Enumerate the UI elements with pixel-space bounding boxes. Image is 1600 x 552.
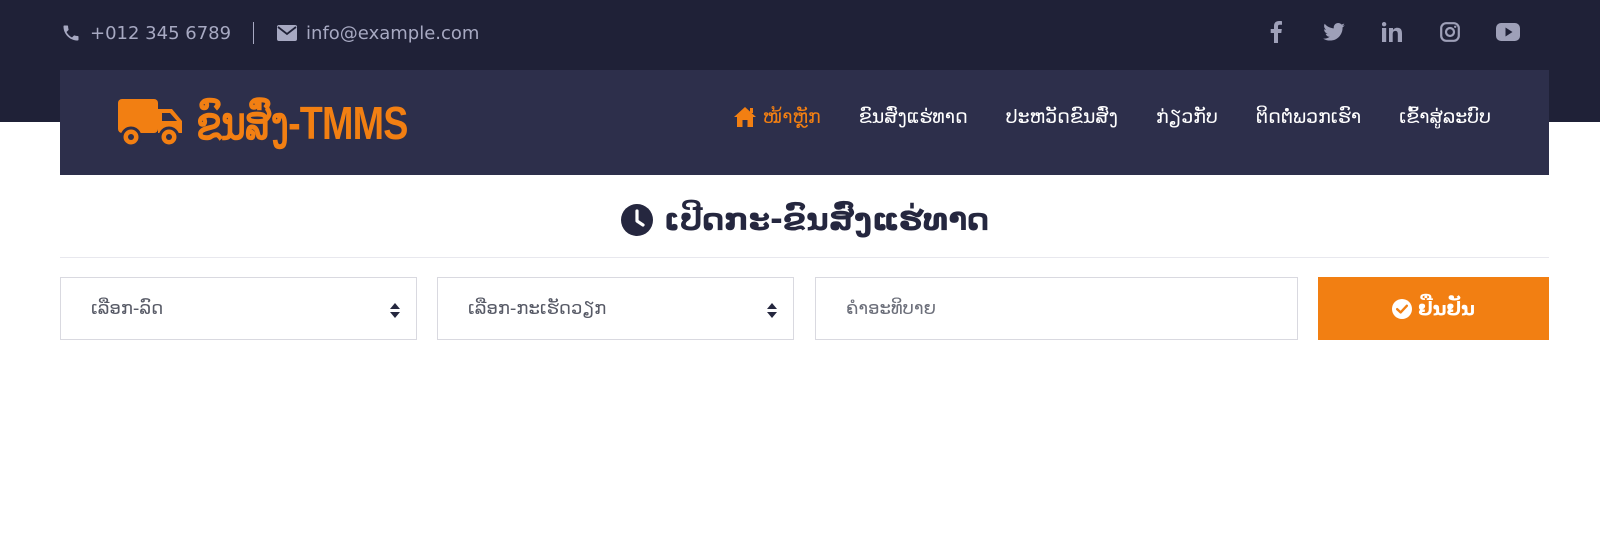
instagram-icon[interactable] xyxy=(1438,20,1462,44)
nav-label-about: ກ່ຽວກັບ xyxy=(1155,106,1218,128)
title-divider xyxy=(60,257,1549,258)
select-caret-icon xyxy=(390,302,400,318)
nav-item-home[interactable]: ໜ້າຫຼັກ xyxy=(733,106,821,128)
twitter-icon[interactable] xyxy=(1322,20,1346,44)
contact-info: +012 345 6789 info@example.com xyxy=(60,20,479,46)
check-circle-icon xyxy=(1392,298,1413,319)
main-navbar: ຂົນສົ່ງ-TMMS ໜ້າຫຼັກ ຂົນສົ່ງແຮ່ທາດ ປະຫວັ… xyxy=(60,70,1549,175)
page-title-text: ເປີດກະ-ຂົນສົ່ງແຮ່ທາດ xyxy=(663,202,990,238)
truck-icon xyxy=(118,97,184,149)
nav-label-home: ໜ້າຫຼັກ xyxy=(762,106,821,128)
nav-label-login: ເຂົ້າສູ່ລະບົບ xyxy=(1399,106,1491,128)
confirm-button[interactable]: ຢືນຢັນ xyxy=(1318,277,1549,340)
brand-name: ຂົນສົ່ງ-TMMS xyxy=(196,97,408,149)
nav-item-about[interactable]: ກ່ຽວກັບ xyxy=(1156,106,1218,128)
nav-label-transport-history: ປະຫວັດຂົນສົ່ງ xyxy=(1005,106,1118,128)
youtube-icon[interactable] xyxy=(1496,20,1520,44)
car-select[interactable]: ເລືອກ-ລົດ xyxy=(60,277,417,340)
nav-item-transport-history[interactable]: ປະຫວັດຂົນສົ່ງ xyxy=(1006,106,1118,128)
nav-item-contact[interactable]: ຕິດຕໍ່ພວກເຮົາ xyxy=(1256,106,1361,128)
clock-icon xyxy=(620,203,654,237)
nav-label-contact: ຕິດຕໍ່ພວກເຮົາ xyxy=(1255,106,1362,128)
phone-contact[interactable]: +012 345 6789 xyxy=(60,22,231,44)
linkedin-icon[interactable] xyxy=(1380,20,1404,44)
nav-item-login[interactable]: ເຂົ້າສູ່ລະບົບ xyxy=(1399,106,1491,128)
email-contact[interactable]: info@example.com xyxy=(276,22,479,44)
email-address: info@example.com xyxy=(306,22,480,44)
select-caret-icon xyxy=(767,302,777,318)
page-title: ເປີດກະ-ຂົນສົ່ງແຮ່ທາດ xyxy=(60,196,1549,244)
nav-menu: ໜ້າຫຼັກ ຂົນສົ່ງແຮ່ທາດ ປະຫວັດຂົນສົ່ງ ກ່ຽວ… xyxy=(695,106,1491,128)
home-icon xyxy=(733,106,757,128)
description-input[interactable]: ຄຳອະທິບາຍ xyxy=(815,277,1298,340)
work-shift-select-value: ເລືອກ-ກະເຮັດວຽກ xyxy=(468,298,607,319)
work-shift-select[interactable]: ເລືອກ-ກະເຮັດວຽກ xyxy=(437,277,794,340)
phone-icon xyxy=(60,22,82,44)
social-links xyxy=(1230,20,1520,44)
nav-label-transport-minerals: ຂົນສົ່ງແຮ່ທາດ xyxy=(858,106,968,128)
contact-divider xyxy=(253,22,255,44)
nav-item-transport-minerals[interactable]: ຂົນສົ່ງແຮ່ທາດ xyxy=(859,106,968,128)
brand-logo[interactable]: ຂົນສົ່ງ-TMMS xyxy=(118,94,454,152)
description-placeholder: ຄຳອະທິບາຍ xyxy=(846,298,936,319)
envelope-icon xyxy=(276,22,298,44)
facebook-icon[interactable] xyxy=(1264,20,1288,44)
confirm-label: ຢືນຢັນ xyxy=(1418,297,1475,320)
phone-number: +012 345 6789 xyxy=(90,22,232,44)
car-select-value: ເລືອກ-ລົດ xyxy=(91,298,164,319)
